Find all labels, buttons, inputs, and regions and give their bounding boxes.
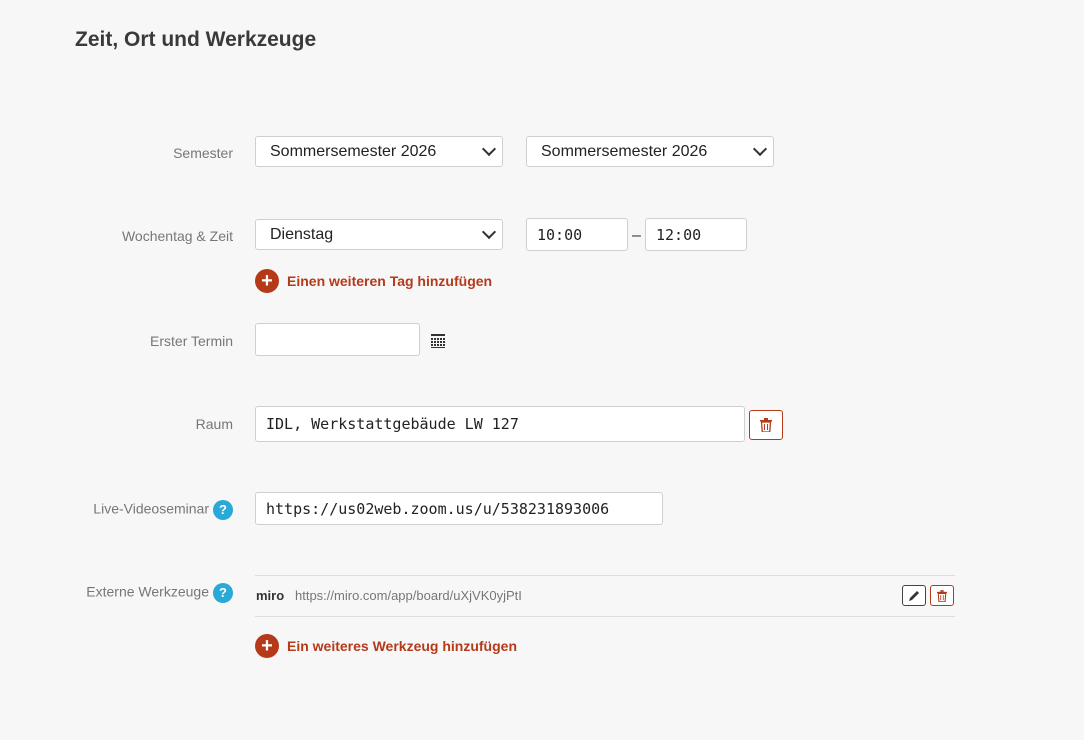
- plus-icon: +: [255, 634, 279, 658]
- video-url-value: https://us02web.zoom.us/u/538231893006: [266, 499, 610, 518]
- first-date-input[interactable]: [255, 323, 420, 356]
- help-icon[interactable]: ?: [213, 583, 233, 603]
- pencil-icon: [909, 590, 919, 601]
- semester-end-select[interactable]: Sommersemester 2026: [526, 136, 774, 167]
- tool-name: miro: [256, 588, 285, 603]
- trash-icon: [937, 589, 947, 602]
- weekday-value: Dienstag: [270, 226, 334, 243]
- chevron-down-icon: [752, 141, 768, 157]
- semester-start-select[interactable]: Sommersemester 2026: [255, 136, 503, 167]
- tool-edit-button[interactable]: [902, 585, 926, 606]
- calendar-icon[interactable]: [430, 333, 446, 349]
- tool-delete-button[interactable]: [930, 585, 954, 606]
- plus-icon: +: [255, 269, 279, 293]
- add-tool-link[interactable]: + Ein weiteres Werkzeug hinzufügen: [255, 634, 517, 658]
- video-url-input[interactable]: https://us02web.zoom.us/u/538231893006: [255, 492, 663, 525]
- page-title: Zeit, Ort und Werkzeuge: [75, 28, 317, 51]
- semester-label: Semester: [173, 145, 233, 161]
- room-label: Raum: [195, 416, 233, 432]
- time-separator: –: [632, 227, 641, 244]
- video-label-row: Live-Videoseminar?: [93, 500, 233, 520]
- room-value: IDL, Werkstattgebäude LW 127: [266, 415, 519, 433]
- trash-icon: [760, 418, 772, 432]
- semester-end-value: Sommersemester 2026: [541, 143, 708, 160]
- time-start-input[interactable]: 10:00: [526, 218, 628, 251]
- chevron-down-icon: [481, 224, 497, 240]
- tools-label-row: Externe Werkzeuge?: [86, 583, 233, 603]
- time-end-value: 12:00: [656, 225, 702, 244]
- time-start-value: 10:00: [537, 225, 583, 244]
- chevron-down-icon: [481, 141, 497, 157]
- weekday-select[interactable]: Dienstag: [255, 219, 503, 250]
- video-label: Live-Videoseminar: [93, 500, 209, 517]
- tool-list-item: miro https://miro.com/app/board/uXjVK0yj…: [255, 575, 955, 617]
- time-end-input[interactable]: 12:00: [645, 218, 747, 251]
- help-icon[interactable]: ?: [213, 500, 233, 520]
- first-date-label: Erster Termin: [150, 333, 233, 349]
- schedule-label: Wochentag & Zeit: [121, 228, 233, 244]
- semester-start-value: Sommersemester 2026: [270, 143, 437, 160]
- add-tool-label: Ein weiteres Werkzeug hinzufügen: [287, 638, 518, 654]
- add-day-link[interactable]: + Einen weiteren Tag hinzufügen: [255, 269, 492, 293]
- tools-label: Externe Werkzeuge: [86, 583, 209, 600]
- room-delete-button[interactable]: [749, 410, 783, 440]
- add-day-label: Einen weiteren Tag hinzufügen: [287, 273, 493, 289]
- tool-url[interactable]: https://miro.com/app/board/uXjVK0yjPtI: [295, 588, 522, 603]
- room-input[interactable]: IDL, Werkstattgebäude LW 127: [255, 406, 745, 442]
